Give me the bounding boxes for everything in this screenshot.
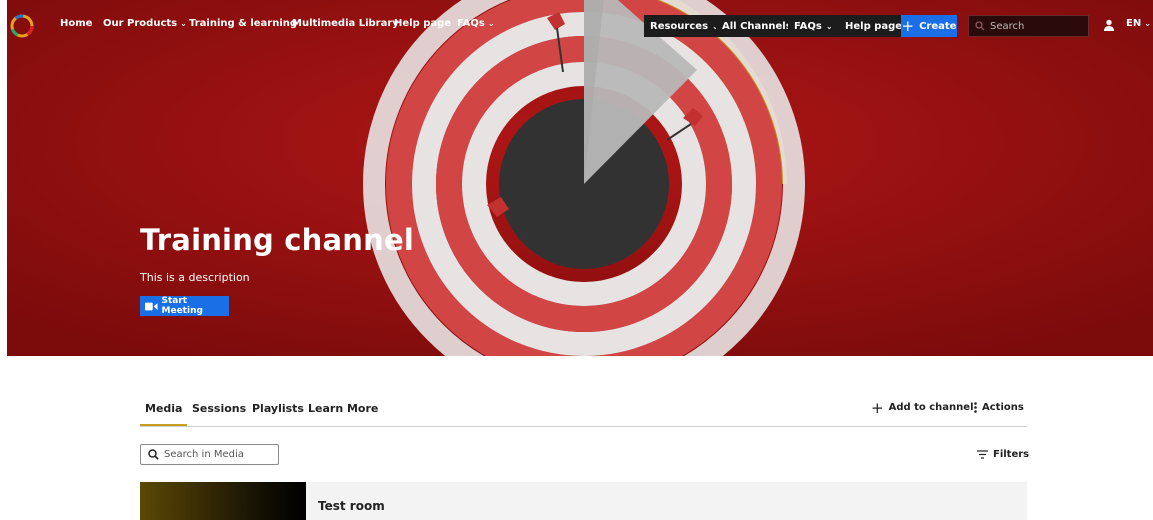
add-to-channel-label: Add to channel — [888, 402, 974, 413]
channel-description: This is a description — [140, 271, 250, 284]
search-icon — [975, 21, 985, 31]
more-vertical-icon — [974, 402, 977, 413]
media-thumbnail[interactable] — [140, 482, 306, 520]
video-camera-icon — [145, 302, 158, 310]
nav-multimedia-library-label: Multimedia Library — [292, 18, 399, 29]
tab-playlists[interactable]: Playlists — [252, 402, 304, 415]
tab-media[interactable]: Media — [139, 402, 189, 426]
nav-faqs-right[interactable]: FAQs ⌄ — [788, 15, 839, 37]
channel-tabs: Media Sessions Playlists Learn More + Ad… — [139, 398, 1027, 427]
filters-label: Filters — [993, 449, 1030, 460]
filter-icon — [977, 450, 988, 459]
chevron-down-icon: ⌄ — [1144, 19, 1151, 28]
start-meeting-label: Start Meeting — [161, 296, 203, 316]
filters-button[interactable]: Filters — [977, 449, 1029, 460]
tab-sessions[interactable]: Sessions — [192, 402, 246, 415]
nav-resources[interactable]: Resources⌄ — [644, 15, 725, 37]
language-label: EN — [1126, 18, 1142, 29]
nav-our-products-label: Our Products — [103, 18, 178, 29]
nav-all-channels[interactable]: All Channels — [716, 15, 798, 37]
logo-ring-icon[interactable] — [9, 13, 35, 39]
create-button[interactable]: + Create — [901, 15, 957, 37]
plus-icon: + — [871, 398, 884, 417]
global-search — [968, 15, 1089, 37]
nav-help-page-right-label: Help page — [845, 20, 903, 32]
media-item-title[interactable]: Test room — [318, 499, 385, 513]
actions-label: Actions — [982, 402, 1024, 413]
nav-faqs[interactable]: FAQs ⌄ — [457, 18, 495, 29]
page: Home Our Products ⌄ Training & learning M… — [0, 0, 1153, 520]
user-icon[interactable] — [1103, 19, 1115, 31]
global-search-input[interactable] — [990, 20, 1080, 32]
add-to-channel-button[interactable]: + Add to channel — [871, 398, 974, 417]
search-icon — [148, 449, 159, 460]
nav-faqs-label: FAQs — [457, 18, 485, 29]
nav-all-channels-label: All Channels — [722, 20, 792, 32]
nav-help-page-right[interactable]: Help page — [839, 15, 909, 37]
media-item[interactable]: Test room — [140, 482, 1027, 520]
nav-home-label: Home — [60, 18, 93, 29]
chevron-down-icon: ⌄ — [825, 21, 833, 31]
nav-faqs-right-label: FAQs — [794, 20, 822, 32]
channel-title: Training channel — [140, 223, 414, 257]
chevron-down-icon: ⌄ — [180, 19, 187, 28]
create-button-label: Create — [919, 20, 957, 32]
media-search — [140, 444, 279, 465]
start-meeting-button[interactable]: Start Meeting — [140, 296, 229, 316]
nav-help-page[interactable]: Help page — [394, 18, 451, 29]
plus-icon: + — [901, 16, 915, 35]
nav-training-learning-label: Training & learning — [189, 18, 298, 29]
nav-resources-label: Resources — [650, 20, 709, 32]
media-search-input[interactable] — [164, 449, 274, 460]
nav-multimedia-library[interactable]: Multimedia Library — [292, 18, 399, 29]
language-selector[interactable]: EN ⌄ — [1126, 18, 1151, 29]
top-navigation: Home Our Products ⌄ Training & learning M… — [0, 0, 1153, 52]
tab-learn-more[interactable]: Learn More — [308, 402, 378, 415]
nav-help-page-label: Help page — [394, 18, 452, 29]
nav-our-products[interactable]: Our Products ⌄ — [103, 18, 187, 29]
nav-training-learning[interactable]: Training & learning — [189, 18, 297, 29]
actions-menu-button[interactable]: Actions — [974, 402, 1024, 413]
chevron-down-icon: ⌄ — [487, 19, 495, 28]
nav-home[interactable]: Home — [60, 18, 92, 29]
